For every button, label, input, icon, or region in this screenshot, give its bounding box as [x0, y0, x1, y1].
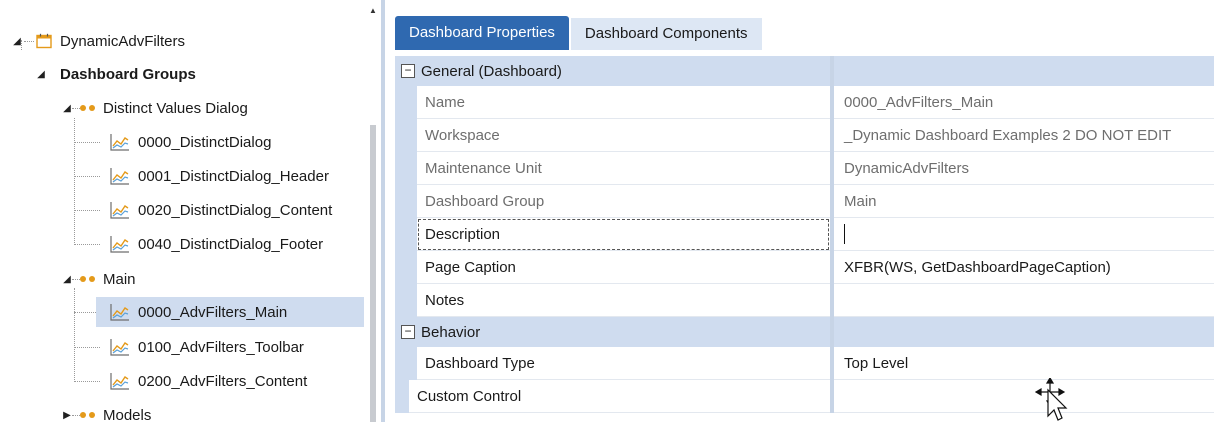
tree-item[interactable]: 0200_AdvFilters_Content [74, 366, 308, 396]
scroll-up-icon[interactable]: ▲ [369, 6, 377, 15]
property-label: Dashboard Group [417, 185, 830, 218]
property-row-custom-control[interactable]: Custom Control [395, 380, 1214, 413]
tree-scrollbar[interactable]: ▲ [366, 0, 380, 422]
item-label: 0001_DistinctDialog_Header [138, 167, 329, 185]
property-label: Custom Control [409, 380, 830, 413]
item-label: 0200_AdvFilters_Content [138, 372, 308, 390]
property-value[interactable]: Top Level [834, 347, 1214, 380]
item-label: 0100_AdvFilters_Toolbar [138, 338, 304, 356]
tab-dashboard-components[interactable]: Dashboard Components [570, 18, 762, 50]
tree-group-models[interactable]: ▶ Models [60, 400, 151, 422]
property-value: _Dynamic Dashboard Examples 2 DO NOT EDI… [834, 119, 1214, 152]
group-header-label: Dashboard Groups [60, 65, 196, 83]
group-dots-icon [80, 276, 95, 282]
property-row-page-caption[interactable]: Page Caption XFBR(WS, GetDashboardPageCa… [395, 251, 1214, 284]
category-behavior[interactable]: − Behavior [395, 317, 1214, 347]
tree-group-main[interactable]: ◢ Main [60, 264, 136, 294]
property-value: Main [834, 185, 1214, 218]
item-label: 0020_DistinctDialog_Content [138, 201, 333, 219]
text-caret [844, 224, 845, 244]
property-row-notes[interactable]: Notes [395, 284, 1214, 317]
tree-item[interactable]: 0100_AdvFilters_Toolbar [74, 332, 304, 362]
tree-connector [74, 288, 75, 382]
category-label: General (Dashboard) [421, 62, 562, 80]
collapse-icon[interactable]: − [401, 325, 415, 339]
tree-connector [74, 312, 96, 313]
property-row-name[interactable]: Name 0000_AdvFilters_Main [395, 86, 1214, 119]
chart-icon [110, 373, 129, 390]
category-general[interactable]: − General (Dashboard) [395, 56, 1214, 86]
group-dots-icon [80, 105, 95, 111]
panel-splitter[interactable] [381, 0, 385, 422]
group-label: Distinct Values Dialog [103, 99, 248, 117]
scrollbar-thumb[interactable] [370, 125, 376, 422]
dashboard-tree: ◢ DynamicAdvFilters ◢ Dashboard Groups ◢… [0, 0, 380, 422]
group-label: Models [103, 406, 152, 422]
property-label: Page Caption [417, 251, 830, 284]
property-grid: − General (Dashboard) Name 0000_AdvFilte… [395, 56, 1214, 413]
property-label: Workspace [417, 119, 830, 152]
properties-panel: Dashboard Properties Dashboard Component… [395, 0, 1214, 422]
calendar-icon [36, 33, 52, 49]
tab-dashboard-properties[interactable]: Dashboard Properties [395, 16, 569, 50]
chart-icon [110, 339, 129, 356]
property-value[interactable] [834, 380, 1214, 413]
group-dots-icon [80, 412, 95, 418]
property-label: Maintenance Unit [417, 152, 830, 185]
property-value[interactable]: XFBR(WS, GetDashboardPageCaption) [834, 251, 1214, 284]
tree-root[interactable]: ◢ DynamicAdvFilters [10, 26, 185, 56]
tree-item-selected[interactable]: 0000_AdvFilters_Main [96, 297, 364, 327]
property-row-dashboard-group[interactable]: Dashboard Group Main [395, 185, 1214, 218]
chart-icon [110, 304, 129, 321]
item-label: 0000_AdvFilters_Main [138, 303, 288, 321]
tree-item[interactable]: 0040_DistinctDialog_Footer [74, 229, 324, 259]
property-label: Dashboard Type [417, 347, 830, 380]
property-row-maintenance-unit[interactable]: Maintenance Unit DynamicAdvFilters [395, 152, 1214, 185]
property-row-description[interactable]: Description [395, 218, 1214, 251]
expand-triangle-icon[interactable]: ◢ [34, 69, 48, 80]
tree-connector [74, 118, 75, 245]
expand-triangle-icon[interactable]: ◢ [10, 36, 24, 47]
tree-group-header[interactable]: ◢ Dashboard Groups [34, 59, 196, 89]
item-label: 0040_DistinctDialog_Footer [138, 235, 324, 253]
group-label: Main [103, 270, 136, 288]
chart-icon [110, 236, 129, 253]
chart-icon [110, 202, 129, 219]
property-value: 0000_AdvFilters_Main [834, 86, 1214, 119]
property-label: Notes [417, 284, 830, 317]
category-label: Behavior [421, 323, 481, 341]
tab-bar: Dashboard Properties Dashboard Component… [395, 16, 762, 50]
property-label: Description [417, 218, 830, 251]
chart-icon [110, 134, 129, 151]
tree-root-label: DynamicAdvFilters [60, 32, 186, 50]
tree-group-distinct-values-dialog[interactable]: ◢ Distinct Values Dialog [60, 93, 248, 123]
property-label: Name [417, 86, 830, 119]
property-value[interactable] [834, 284, 1214, 317]
chart-icon [110, 168, 129, 185]
collapse-icon[interactable]: − [401, 64, 415, 78]
property-row-dashboard-type[interactable]: Dashboard Type Top Level [395, 347, 1214, 380]
item-label: 0000_DistinctDialog [138, 133, 272, 151]
tree-item[interactable]: 0000_DistinctDialog [74, 127, 272, 157]
tree-item[interactable]: 0001_DistinctDialog_Header [74, 161, 329, 191]
tree-item[interactable]: 0020_DistinctDialog_Content [74, 195, 333, 225]
property-row-workspace[interactable]: Workspace _Dynamic Dashboard Examples 2 … [395, 119, 1214, 152]
move-cursor-icon [1035, 378, 1068, 421]
description-input[interactable] [834, 218, 1214, 251]
property-value: DynamicAdvFilters [834, 152, 1214, 185]
